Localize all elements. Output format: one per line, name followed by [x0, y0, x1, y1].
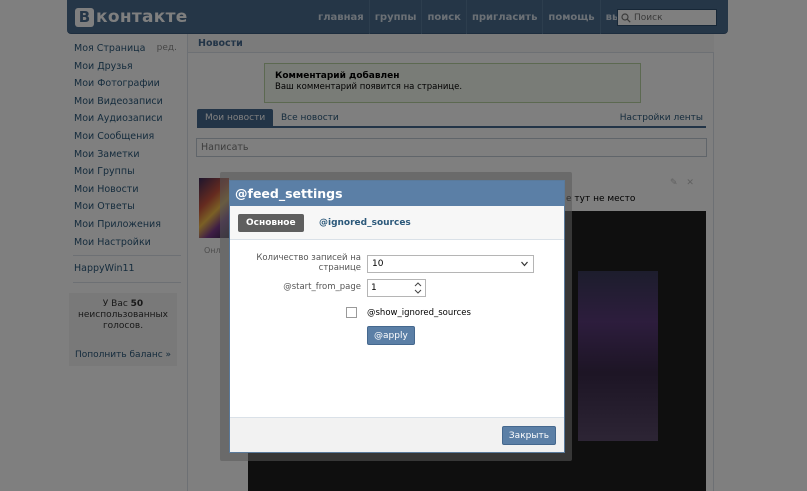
chevron-down-icon	[521, 261, 528, 267]
start-page-input[interactable]	[368, 280, 406, 296]
feed-settings-dialog: @feed_settings Основное @ignored_sources…	[229, 180, 565, 453]
select-value: 10	[372, 259, 384, 269]
tab-main[interactable]: Основное	[238, 214, 304, 232]
records-count-select[interactable]: 10	[367, 255, 534, 273]
show-ignored-label[interactable]: @show_ignored_sources	[367, 308, 471, 318]
dialog-tabs: Основное @ignored_sources	[230, 206, 564, 240]
start-page-label: @start_from_page	[283, 282, 361, 292]
start-page-stepper[interactable]	[367, 279, 426, 297]
close-button[interactable]: Закрыть	[501, 426, 556, 445]
tab-ignored-sources[interactable]: @ignored_sources	[319, 214, 411, 232]
apply-button[interactable]: @apply	[367, 326, 415, 345]
dialog-title: @feed_settings	[230, 181, 564, 206]
dialog-footer: Закрыть	[230, 417, 564, 452]
show-ignored-checkbox[interactable]	[346, 307, 357, 318]
records-count-label: Количество записей на странице	[256, 253, 361, 273]
stepper-arrows-icon[interactable]	[413, 281, 423, 295]
